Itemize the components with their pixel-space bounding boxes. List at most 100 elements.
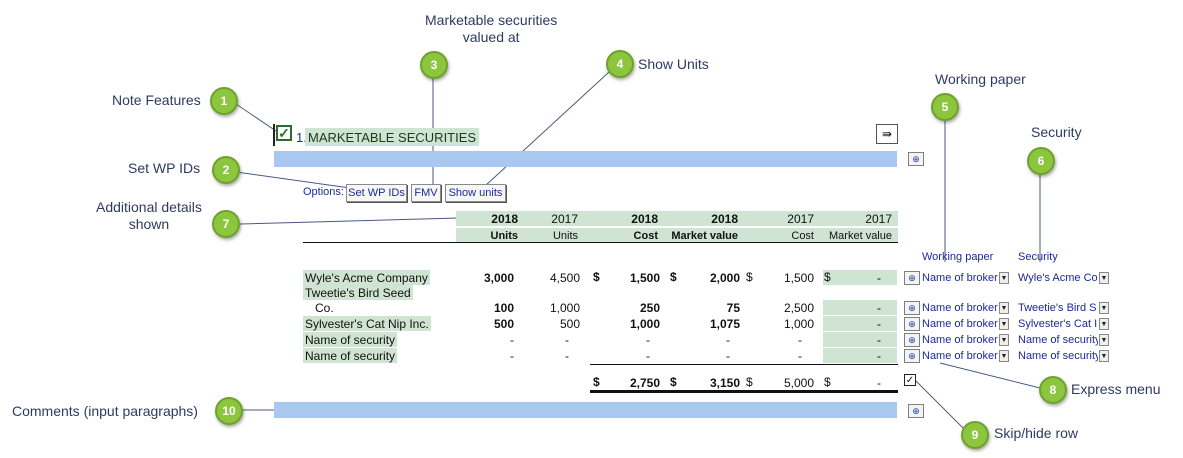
row-1-units-2018[interactable]: 3,000 <box>456 270 514 285</box>
row-2-mv-2017[interactable]: - <box>823 300 897 315</box>
comments-paragraph-bar[interactable] <box>274 402 897 418</box>
total-mv-2017: - <box>877 375 881 390</box>
callout-label-show-units: Show Units <box>638 56 709 72</box>
row-3-express-icon[interactable]: ⊕ <box>904 317 920 331</box>
row-4-cost-2018[interactable]: - <box>600 332 650 347</box>
row-3-units-2018[interactable]: 500 <box>456 316 514 331</box>
callout-label-express-menu: Express menu <box>1071 381 1161 397</box>
show-units-button[interactable]: Show units <box>445 184 506 202</box>
row-5-security-dropdown-icon[interactable]: ▼ <box>1099 350 1109 362</box>
row-5-mv-2017[interactable]: - <box>823 348 897 363</box>
row-4-name[interactable]: Name of security <box>303 332 398 347</box>
skip-hide-row-checkbox[interactable]: ✓ <box>904 374 916 386</box>
callout-badge-6: 6 <box>1027 147 1055 175</box>
row-3-cost-2017: 1,000 <box>783 316 814 331</box>
row-2-working-paper-dropdown-icon[interactable]: ▼ <box>999 302 1009 314</box>
row-5-mv-2018[interactable]: - <box>680 348 730 363</box>
row-1-mv-2017-currency: $ <box>824 270 831 284</box>
row-1-cost-2018[interactable]: 1,500 <box>600 270 660 285</box>
row-5-express-icon[interactable]: ⊕ <box>904 349 920 363</box>
row-1-working-paper-select[interactable]: Name of broker <box>922 270 1000 285</box>
row-2-units-2017: 1,000 <box>549 300 580 315</box>
comments-insert-paragraph-icon[interactable]: ⊕ <box>908 404 924 418</box>
note-title[interactable]: MARKETABLE SECURITIES <box>305 128 480 146</box>
row-2-security-dropdown-icon[interactable]: ▼ <box>1099 302 1109 314</box>
callout-badge-5: 5 <box>931 93 959 121</box>
callout-badge-8: 8 <box>1039 376 1067 404</box>
fmv-button[interactable]: FMV <box>411 184 441 202</box>
row-3-name[interactable]: Sylvester's Cat Nip Inc. <box>303 316 431 331</box>
row-4-working-paper-dropdown-icon[interactable]: ▼ <box>999 334 1009 346</box>
row-5-working-paper-dropdown-icon[interactable]: ▼ <box>999 350 1009 362</box>
row-3-security-select[interactable]: Sylvester's Cat I <box>1018 316 1098 331</box>
row-1-express-icon[interactable]: ⊕ <box>904 271 920 285</box>
row-4-express-icon[interactable]: ⊕ <box>904 333 920 347</box>
row-2-cost-2018[interactable]: 250 <box>600 300 660 315</box>
row-4-cost-2017: - <box>798 332 802 347</box>
row-4-mv-2017[interactable]: - <box>823 332 897 347</box>
row-3-security-dropdown-icon[interactable]: ▼ <box>1099 318 1109 330</box>
row-2-mv-2018[interactable]: 75 <box>680 300 740 315</box>
callout-label-skip-hide-row: Skip/hide row <box>994 425 1079 441</box>
row-5-name[interactable]: Name of security <box>303 348 398 363</box>
callout-label-additional-details: Additional details shown <box>96 199 202 232</box>
row-2-name-cont: Co. <box>315 300 334 315</box>
header-year-cost-2018: 2018 <box>584 211 664 226</box>
note-left-border <box>273 124 275 146</box>
row-2-express-icon[interactable]: ⊕ <box>904 301 920 315</box>
callout-label-note-features: Note Features <box>112 92 201 108</box>
total-cost-2018: 2,750 <box>629 375 660 390</box>
row-4-working-paper-select[interactable]: Name of broker <box>922 332 1000 347</box>
row-4-security-dropdown-icon[interactable]: ▼ <box>1099 334 1109 346</box>
callout-label-set-wp-ids: Set WP IDs <box>128 160 201 176</box>
row-1-units-2017: 4,500 <box>549 270 580 285</box>
row-3-units-2017: 500 <box>559 316 580 331</box>
set-wp-ids-button[interactable]: Set WP IDs <box>346 184 407 202</box>
row-5-working-paper-select[interactable]: Name of broker <box>922 348 1000 363</box>
row-1-cost-2017-currency: $ <box>746 270 753 284</box>
note-features-checkbox[interactable]: ✓ <box>276 125 292 141</box>
callout-label-valued-at: Marketable securities valued at <box>425 12 558 45</box>
row-3-mv-2017[interactable]: - <box>823 316 897 331</box>
row-3-working-paper-select[interactable]: Name of broker <box>922 316 1000 331</box>
row-1-security-select[interactable]: Wyle's Acme Co <box>1018 270 1098 285</box>
row-1-mv-2018-currency: $ <box>670 270 677 284</box>
row-4-security-select[interactable]: Name of security <box>1018 332 1098 347</box>
row-1-mv-2017[interactable]: - <box>823 270 897 285</box>
header-underline <box>303 242 898 243</box>
row-3-working-paper-dropdown-icon[interactable]: ▼ <box>999 318 1009 330</box>
row-5-cost-2018[interactable]: - <box>600 348 650 363</box>
row-4-units-2018[interactable]: - <box>456 332 514 347</box>
row-2-name[interactable]: Tweetie's Bird Seed <box>303 285 413 300</box>
express-menu-icon[interactable]: ⇛ <box>876 124 898 144</box>
note-heading-paragraph-bar[interactable] <box>274 151 897 167</box>
total-top-rule <box>590 364 898 365</box>
row-1-security-dropdown-icon[interactable]: ▼ <box>1099 272 1109 284</box>
insert-paragraph-icon[interactable]: ⊕ <box>908 152 924 166</box>
total-double-underline <box>590 390 898 393</box>
row-3-mv-2018[interactable]: 1,075 <box>680 316 740 331</box>
callout-label-security: Security <box>1031 124 1082 140</box>
row-1-name[interactable]: Wyle's Acme Company <box>303 270 430 285</box>
header-label-cost-2018: Cost <box>584 228 664 243</box>
header-label-units-2017: Units <box>524 228 584 243</box>
row-1-cost-2017: 1,500 <box>783 270 814 285</box>
total-cost-2017: 5,000 <box>783 375 814 390</box>
row-1-mv-2018[interactable]: 2,000 <box>680 270 740 285</box>
callout-badge-9: 9 <box>961 421 989 449</box>
row-2-security-select[interactable]: Tweetie's Bird S <box>1018 300 1098 315</box>
callout-badge-1: 1 <box>210 87 238 115</box>
row-5-units-2018[interactable]: - <box>456 348 514 363</box>
row-4-mv-2018[interactable]: - <box>680 332 730 347</box>
row-4-units-2017: - <box>565 332 569 347</box>
row-2-working-paper-select[interactable]: Name of broker <box>922 300 1000 315</box>
header-label-units-2018: Units <box>456 228 524 243</box>
row-3-cost-2018[interactable]: 1,000 <box>600 316 660 331</box>
header-year-cost-2017: 2017 <box>744 211 820 226</box>
total-mv-2018-currency: $ <box>670 375 677 389</box>
row-5-security-select[interactable]: Name of security <box>1018 348 1098 363</box>
callout-badge-4: 4 <box>606 50 634 78</box>
row-2-units-2018[interactable]: 100 <box>456 300 514 315</box>
header-label-mv-2017: Market value <box>820 228 898 243</box>
row-1-working-paper-dropdown-icon[interactable]: ▼ <box>999 272 1009 284</box>
